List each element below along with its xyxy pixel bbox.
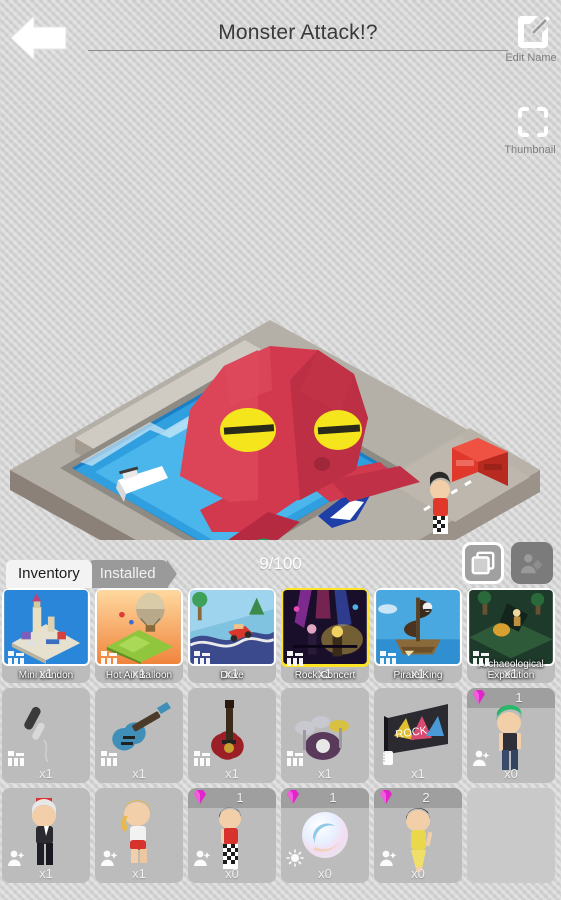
stacked-squares-icon (471, 551, 495, 575)
building-icon (101, 751, 117, 766)
item-count: x1 (39, 666, 53, 681)
inventory-item-microphone[interactable]: x1 (2, 688, 90, 783)
building-icon (194, 751, 210, 766)
inventory-item-pirate-king[interactable]: Pirate King x1 (374, 588, 462, 683)
inventory-item-blonde-swimmer[interactable]: x1 (95, 788, 183, 883)
building-icon (287, 751, 303, 766)
inventory-item-drum-kit[interactable]: x1 (281, 688, 369, 783)
item-count: x1 (504, 666, 518, 681)
building-icon (101, 651, 117, 666)
inventory-item-blue-guitar[interactable]: x1 (95, 688, 183, 783)
inventory-item-mini-london[interactable]: Mini London x1 (2, 588, 90, 683)
back-button[interactable] (8, 12, 70, 64)
mode-button-group (462, 542, 553, 584)
item-count: x1 (411, 666, 425, 681)
inventory-item-red-guitar[interactable]: x1 (188, 688, 276, 783)
person-sparkle-icon (194, 850, 211, 866)
inventory-tabs: Inventory Installed (6, 560, 177, 588)
inventory-item-archaeological-expedition[interactable]: Archaeological Expedition x1 (467, 588, 555, 683)
diorama-render (10, 320, 540, 540)
characters-mode-button[interactable] (511, 542, 553, 584)
item-count: x0 (225, 866, 239, 881)
item-count: x1 (39, 866, 53, 881)
inventory-item-hot-air-balloon[interactable]: Hot Air Balloon x1 (95, 588, 183, 683)
title-underline (88, 50, 508, 51)
building-icon (473, 651, 489, 666)
inventory-item-checker-rocker[interactable]: 1 x0 (188, 788, 276, 883)
item-count: x1 (39, 766, 53, 781)
building-icon (8, 751, 24, 766)
project-title-text: Monster Attack!? (218, 21, 378, 44)
tab-inventory[interactable]: Inventory (6, 560, 92, 588)
checker-pants (433, 516, 448, 534)
person-sparkle-icon (101, 850, 118, 866)
item-count: x1 (318, 766, 332, 781)
light-bulb-icon (286, 849, 304, 867)
edit-name-button[interactable] (515, 13, 551, 49)
building-icon (287, 651, 303, 666)
back-arrow-icon (10, 14, 67, 62)
scene-viewport[interactable] (0, 180, 561, 540)
project-title: Monster Attack!? (88, 18, 508, 54)
inventory-item-red-hat-gentleman[interactable]: x1 (2, 788, 90, 883)
item-count: x1 (132, 866, 146, 881)
objects-mode-button[interactable] (462, 542, 504, 584)
paper-roll-icon (383, 751, 393, 765)
item-count: x0 (411, 866, 425, 881)
item-count: x0 (318, 866, 332, 881)
edit-name-label: Edit Name (505, 52, 557, 64)
person-sparkle-icon (8, 850, 25, 866)
person-sparkle-icon (473, 750, 490, 766)
crop-frame-icon (518, 107, 548, 137)
inventory-panel: Inventory Installed 9/100 Mini London x1… (0, 540, 561, 900)
item-count: x1 (411, 766, 425, 781)
edit-pencil-icon (518, 16, 550, 48)
thumbnail-label: Thumbnail (504, 144, 556, 156)
inventory-grid: Mini London x1 Hot Air Balloon x1 Drive … (0, 588, 561, 900)
inventory-item-drive[interactable]: Drive x1 (188, 588, 276, 683)
building-icon (194, 651, 210, 666)
thumbnail-button[interactable] (515, 104, 551, 140)
person-sparkle-icon (380, 850, 397, 866)
people-gear-icon (520, 554, 544, 574)
inventory-item-rock-concert[interactable]: Rock Concert x1 (281, 588, 369, 683)
item-count: x1 (132, 766, 146, 781)
tab-installed[interactable]: Installed (87, 560, 177, 588)
item-count: x1 (225, 766, 239, 781)
header-bar: Monster Attack!? Edit Name Thumbnail (0, 0, 561, 156)
item-count: x1 (225, 666, 239, 681)
item-count: x1 (318, 666, 332, 681)
inventory-item-green-hair-rocker[interactable]: 1 x0 (467, 688, 555, 783)
item-count: x0 (504, 766, 518, 781)
monster-mouth (314, 457, 330, 471)
building-icon (380, 651, 396, 666)
inventory-empty-slot (467, 788, 555, 883)
item-count: x1 (132, 666, 146, 681)
inventory-item-rock-attack-poster[interactable]: ROCK x1 (374, 688, 462, 783)
building-icon (8, 651, 24, 666)
inventory-item-light-orb[interactable]: 1 x0 (281, 788, 369, 883)
inventory-item-yellow-dancer[interactable]: 2 x0 (374, 788, 462, 883)
